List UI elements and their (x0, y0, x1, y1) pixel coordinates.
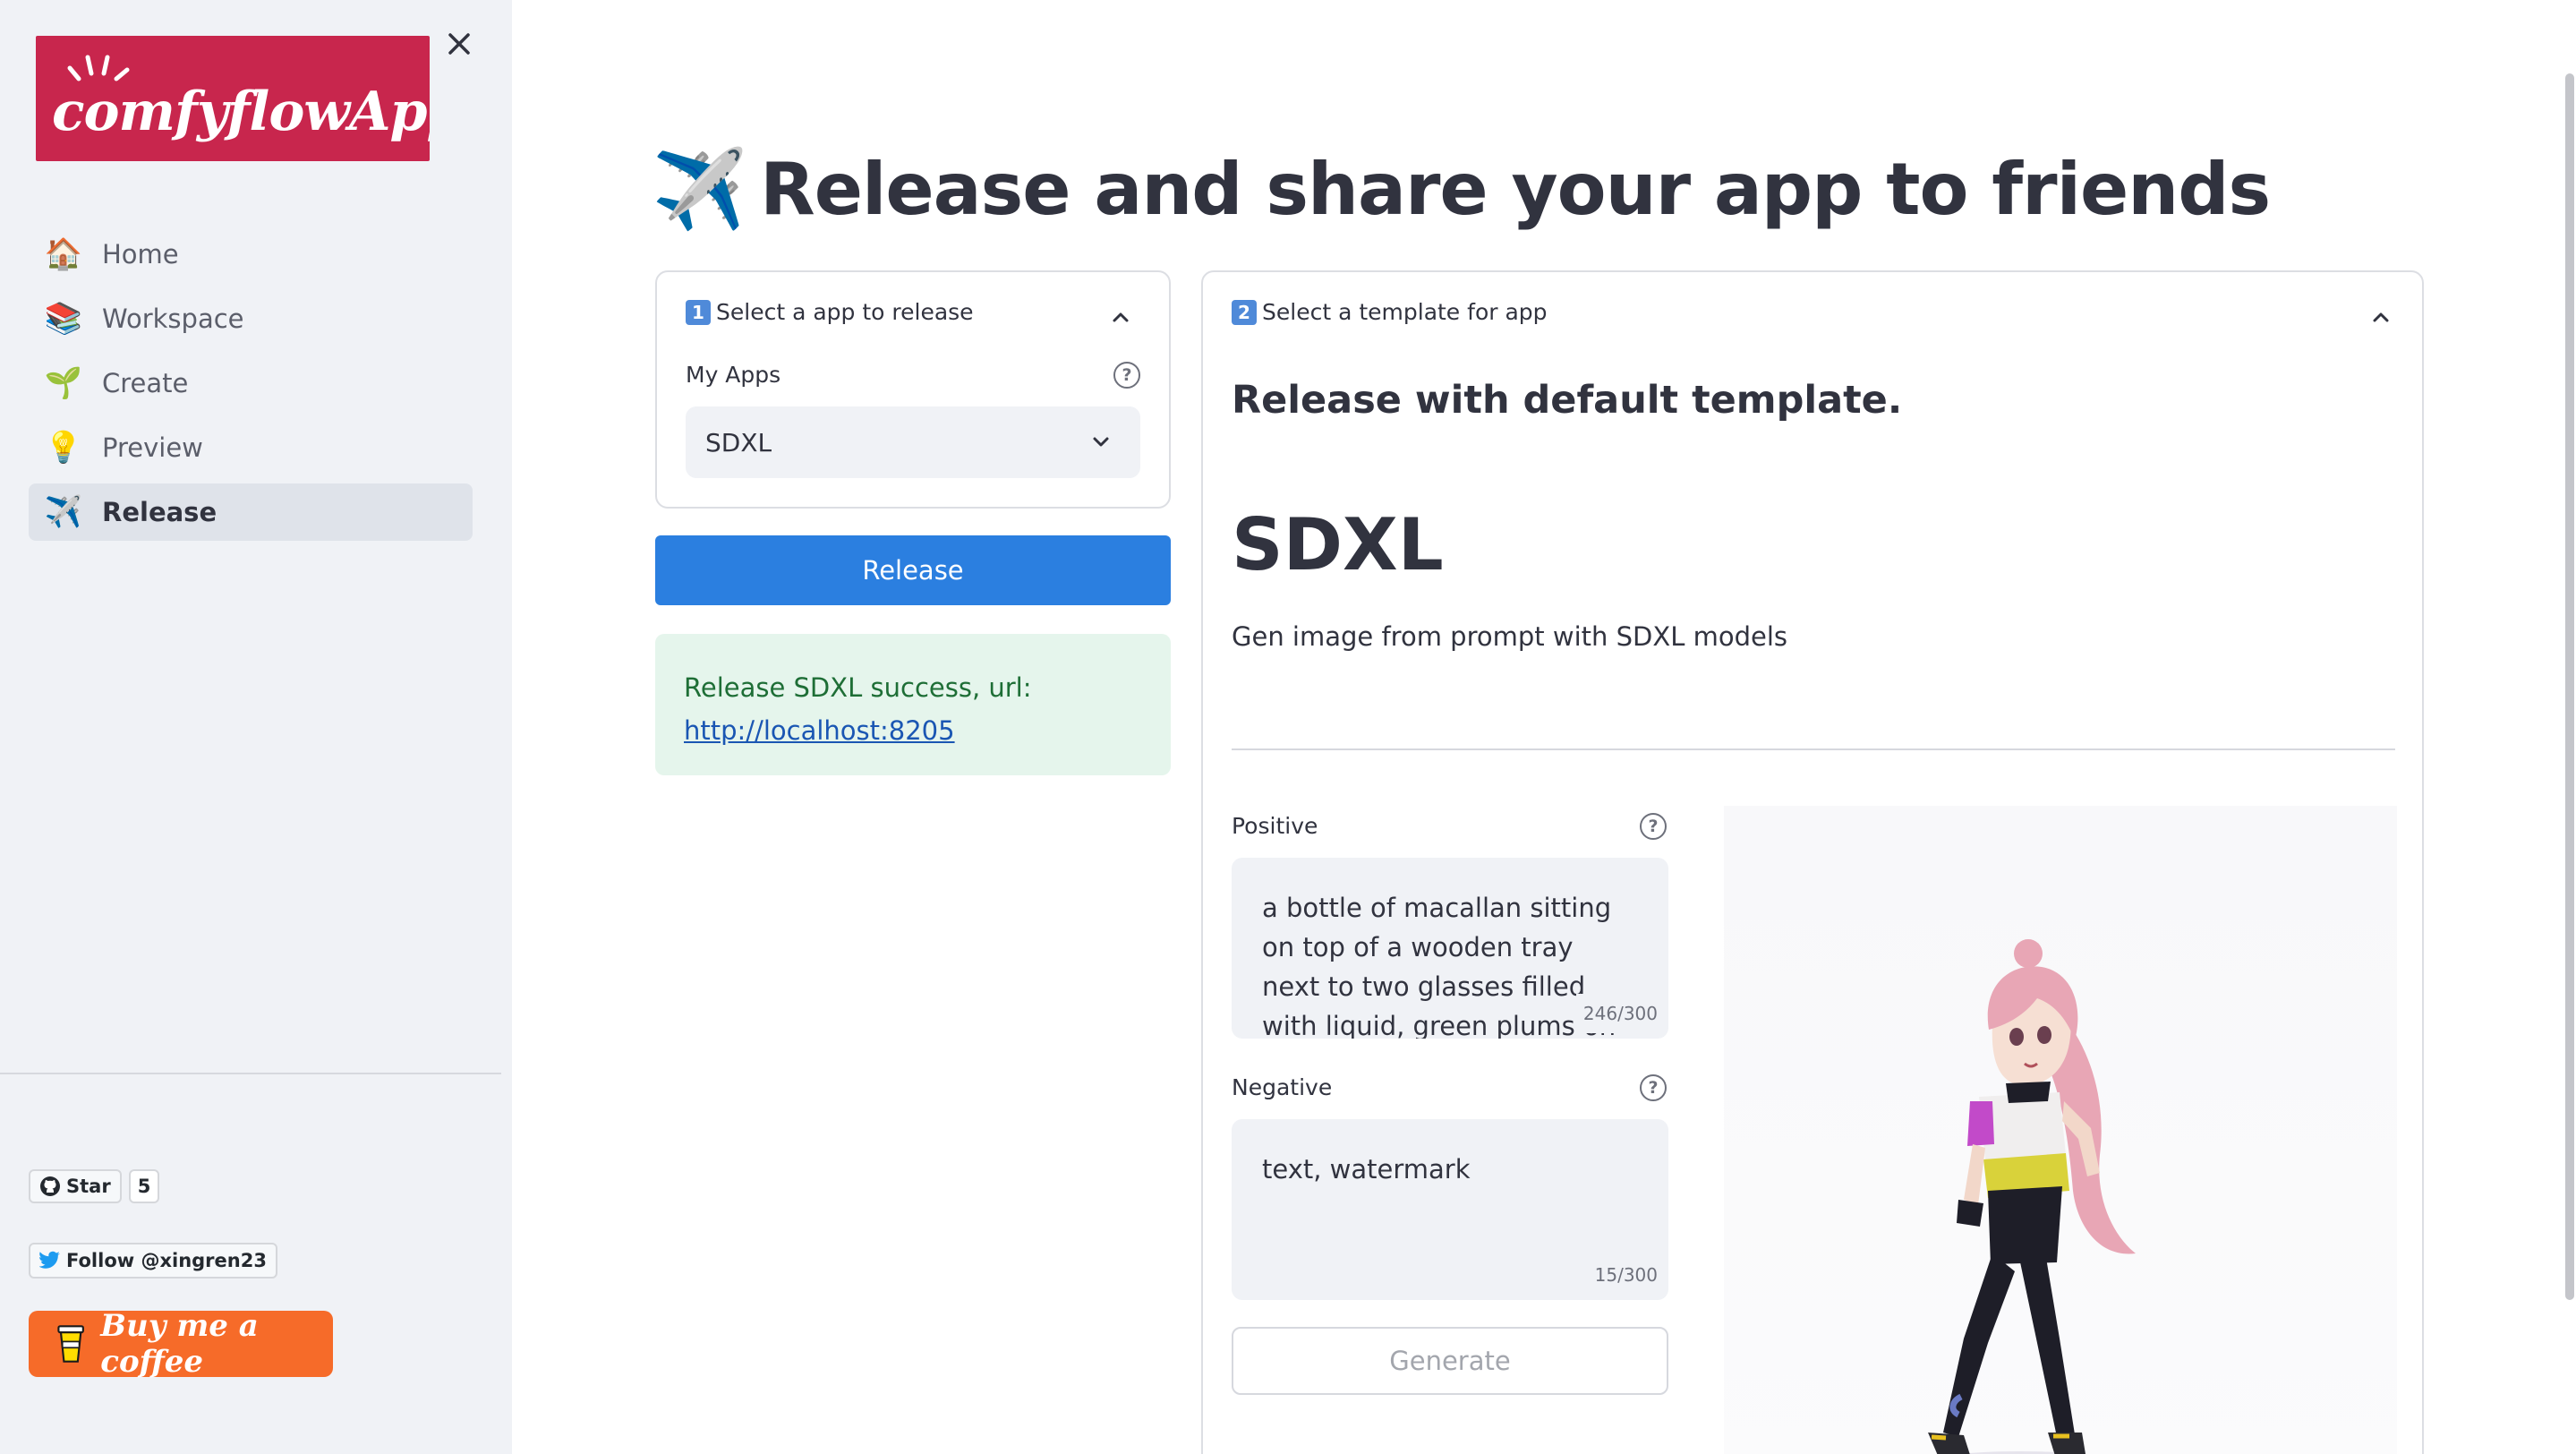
airplane-icon: ✈️ (652, 144, 748, 235)
step-two-badge: 2 (1232, 299, 1257, 325)
sidebar-item-label: Create (102, 368, 189, 398)
negative-prompt-text: text, watermark (1262, 1154, 1471, 1185)
template-divider (1232, 748, 2395, 750)
sidebar-nav: 🏠 Home 📚 Workspace 🌱 Create 💡 Preview ✈️… (29, 226, 473, 548)
sidebar-item-create[interactable]: 🌱 Create (29, 355, 473, 412)
github-star-count[interactable]: 5 (128, 1169, 160, 1203)
my-apps-select[interactable]: SDXL (686, 406, 1140, 478)
select-template-expander: 2 Select a template for app Release with… (1201, 270, 2424, 1454)
sidebar-item-label: Release (102, 497, 218, 527)
release-success-alert: Release SDXL success, url: http://localh… (655, 634, 1171, 775)
sidebar: comfyflowApp 🏠 Home 📚 Workspace 🌱 Create… (0, 0, 512, 1454)
generate-button[interactable]: Generate (1232, 1327, 1668, 1395)
logo-rays-icon (67, 55, 130, 81)
airplane-icon: ✈️ (44, 494, 83, 530)
github-star-widget: Star 5 (29, 1169, 160, 1203)
release-button[interactable]: Release (655, 535, 1171, 605)
github-star-button[interactable]: Star (29, 1169, 122, 1203)
select-app-expander: 1 Select a app to release My Apps ? SDXL (655, 270, 1171, 509)
positive-label: Positive (1232, 813, 1318, 839)
sidebar-item-label: Home (102, 239, 179, 269)
my-apps-label: My Apps (686, 362, 781, 388)
chevron-down-icon (1093, 437, 1109, 447)
close-sidebar-button[interactable] (440, 25, 478, 63)
app-description: Gen image from prompt with SDXL models (1232, 621, 1787, 652)
sidebar-item-release[interactable]: ✈️ Release (29, 483, 473, 541)
my-apps-selected-value: SDXL (705, 427, 772, 458)
chevron-up-icon[interactable] (2368, 304, 2393, 329)
sidebar-item-label: Workspace (102, 304, 244, 334)
sidebar-divider (0, 1073, 501, 1074)
books-icon: 📚 (44, 301, 83, 337)
twitter-follow-label: Follow @xingren23 (66, 1250, 267, 1271)
anime-character-illustration (1928, 939, 2136, 1454)
sidebar-item-home[interactable]: 🏠 Home (29, 226, 473, 283)
twitter-follow-button[interactable]: Follow @xingren23 (29, 1243, 277, 1279)
coffee-label: Buy me a coffee (100, 1308, 259, 1380)
select-template-header-label: Select a template for app (1262, 299, 1548, 325)
select-app-header[interactable]: 1 Select a app to release (686, 299, 974, 325)
release-url-link[interactable]: http://localhost:8205 (684, 715, 955, 746)
negative-char-count: 15/300 (1587, 1255, 1658, 1295)
seedling-icon: 🌱 (44, 365, 83, 401)
select-app-header-label: Select a app to release (716, 299, 974, 325)
help-icon[interactable]: ? (1113, 362, 1140, 389)
positive-prompt-text: a bottle of macallan sitting on top of a… (1262, 893, 1616, 1039)
help-icon[interactable]: ? (1640, 1074, 1667, 1101)
twitter-bird-icon (39, 1251, 60, 1269)
select-template-header[interactable]: 2 Select a template for app (1232, 299, 1548, 325)
template-heading: Release with default template. (1232, 378, 1903, 423)
chevron-up-icon[interactable] (1108, 304, 1133, 329)
preview-image (1724, 806, 2397, 1454)
sidebar-item-workspace[interactable]: 📚 Workspace (29, 290, 473, 347)
positive-char-count: 246/300 (1575, 994, 1658, 1033)
negative-prompt-textarea[interactable]: text, watermark 15/300 (1232, 1119, 1668, 1300)
coffee-cup-icon (57, 1325, 84, 1363)
success-message: Release SDXL success, url: (684, 672, 1032, 703)
github-icon (40, 1176, 60, 1196)
sidebar-item-preview[interactable]: 💡 Preview (29, 419, 473, 476)
buy-me-a-coffee-button[interactable]: Buy me a coffee (29, 1308, 333, 1380)
app-name: SDXL (1232, 503, 1444, 586)
sidebar-item-label: Preview (102, 432, 203, 463)
github-star-label: Star (66, 1176, 111, 1197)
page-title: Release and share your app to friends (760, 148, 2271, 231)
help-icon[interactable]: ? (1640, 813, 1667, 840)
positive-prompt-textarea[interactable]: a bottle of macallan sitting on top of a… (1232, 858, 1668, 1039)
step-one-badge: 1 (686, 299, 711, 325)
light-bulb-icon: 💡 (44, 430, 83, 466)
close-icon (448, 33, 470, 55)
page-scrollbar[interactable] (2565, 73, 2574, 1300)
page-title-row: ✈️ Release and share your app to friends (652, 144, 2271, 235)
house-icon: 🏠 (44, 236, 83, 272)
logo-text: comfyflowApp (52, 81, 430, 143)
negative-label: Negative (1232, 1074, 1333, 1100)
comfyflow-logo: comfyflowApp (36, 36, 430, 161)
